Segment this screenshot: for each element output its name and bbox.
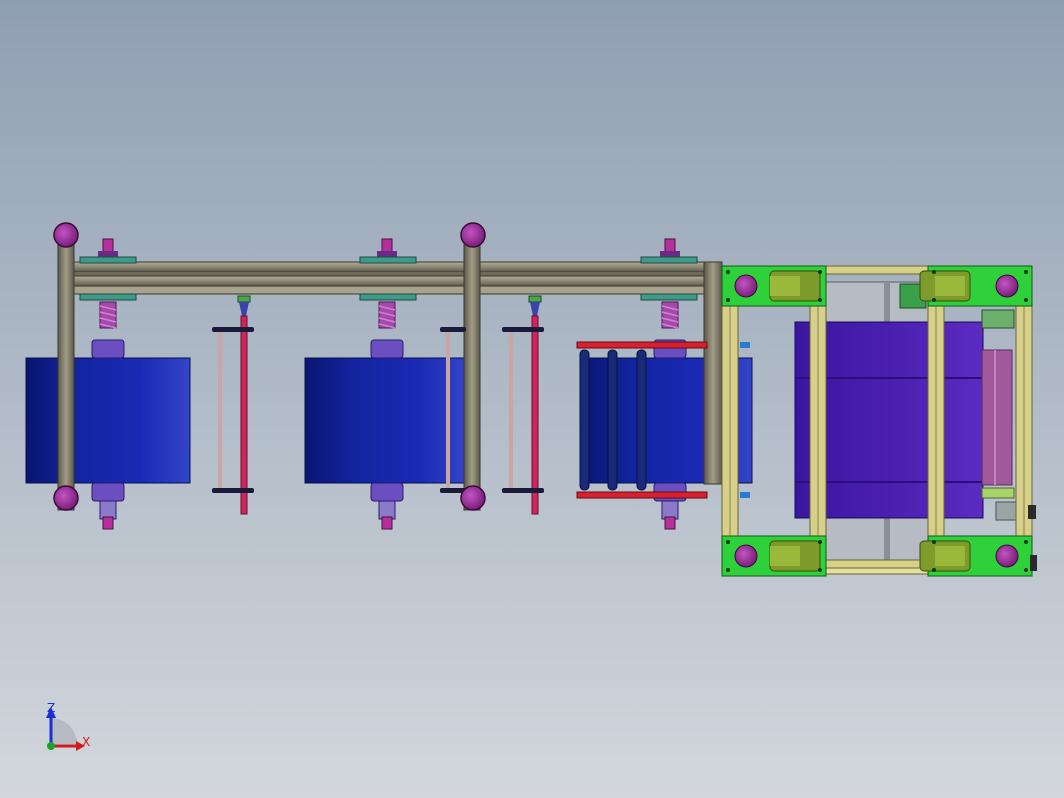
assembly-drawing: Z X [0, 0, 1064, 798]
top-beam [61, 261, 723, 295]
roll-2 [304, 357, 468, 484]
post-bolt-icon [460, 485, 486, 511]
bracket-bolt-icon [995, 544, 1019, 568]
cad-viewport[interactable]: Z X [0, 0, 1064, 798]
post-right [703, 261, 723, 485]
roll-1 [25, 357, 191, 484]
bracket-bolt-icon [734, 544, 758, 568]
post-bolt-icon [53, 222, 79, 248]
post-bolt-icon [53, 485, 79, 511]
z-axis-label: Z [47, 701, 55, 715]
bracket-bolt-icon [734, 274, 758, 298]
x-axis-label: X [82, 735, 90, 749]
post-left [57, 235, 75, 511]
post-bolt-icon [460, 222, 486, 248]
bracket-bolt-icon [995, 274, 1019, 298]
post-middle [463, 235, 481, 511]
